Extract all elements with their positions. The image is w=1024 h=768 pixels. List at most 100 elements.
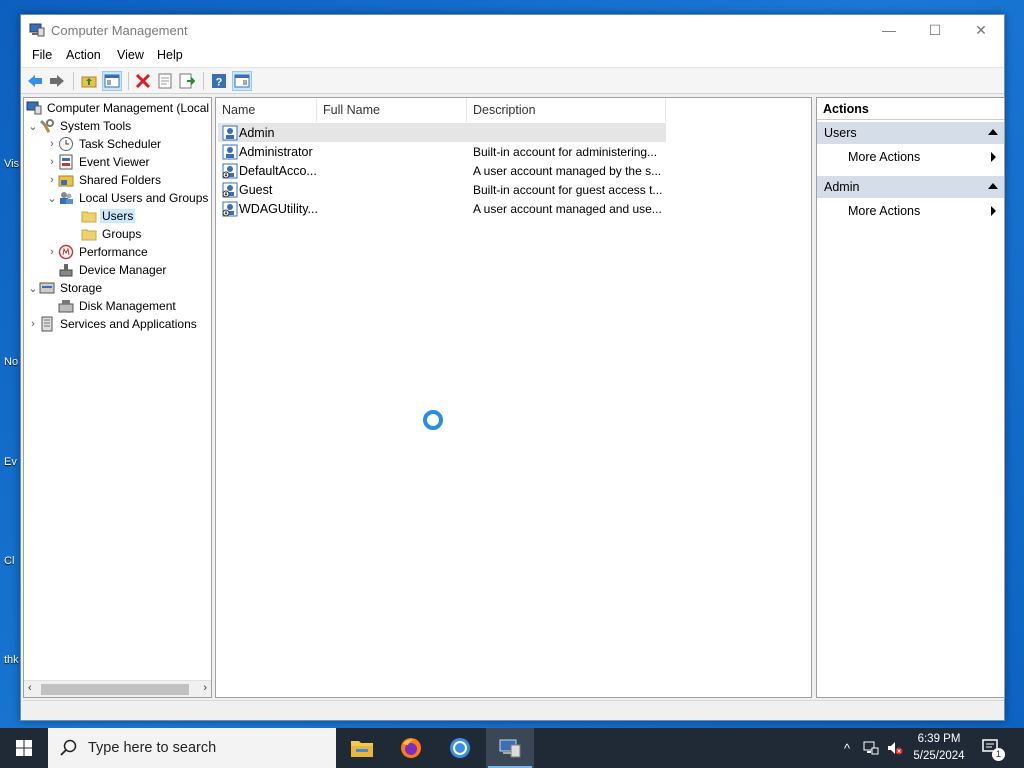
tree-node-system-tools[interactable]: ⌄ System Tools [27, 117, 133, 135]
computer-management-taskbar-button[interactable] [486, 728, 534, 768]
show-hidden-icons-button[interactable]: ^ [837, 728, 857, 768]
up-one-level-button[interactable] [79, 71, 99, 91]
chevron-right-icon[interactable]: › [46, 138, 58, 150]
show-hide-console-tree-button[interactable] [102, 71, 122, 91]
user-name: WDAGUtility... [239, 201, 318, 216]
users-list-view[interactable]: Name Full Name Description Admin Adminis… [215, 97, 812, 698]
chrome-taskbar-button[interactable] [436, 728, 484, 768]
search-icon [60, 739, 77, 756]
network-icon [863, 741, 879, 755]
chevron-down-icon[interactable]: ⌄ [46, 192, 58, 205]
scroll-right-icon[interactable]: › [203, 682, 207, 694]
volume-tray-button[interactable] [884, 728, 906, 768]
tree-node-groups[interactable]: Groups [81, 225, 143, 243]
menu-action[interactable]: Action [66, 48, 101, 62]
actions-section-admin[interactable]: Admin [817, 176, 1004, 198]
show-hide-action-pane-button[interactable] [232, 71, 252, 91]
file-explorer-taskbar-button[interactable] [338, 728, 386, 768]
properties-button[interactable] [155, 71, 175, 91]
column-header-name[interactable]: Name [216, 98, 317, 122]
horizontal-scrollbar[interactable]: ‹ › [24, 680, 211, 697]
delete-button[interactable] [133, 71, 153, 91]
clock-icon [59, 137, 73, 151]
table-row[interactable]: Administrator Built-in account for admin… [218, 142, 666, 161]
start-button[interactable] [0, 728, 48, 768]
chevron-down-icon[interactable]: ⌄ [27, 120, 39, 133]
taskbar-clock[interactable]: 6:39 PM 5/25/2024 [904, 731, 974, 765]
tree-label: Event Viewer [79, 155, 150, 169]
scroll-left-icon[interactable]: ‹ [28, 682, 32, 694]
desktop-icon-label[interactable]: Vis [4, 158, 19, 170]
tree-node-users[interactable]: Users [81, 207, 136, 225]
tree-node-task-scheduler[interactable]: › Task Scheduler [46, 135, 163, 153]
services-icon [41, 316, 53, 332]
tree-label: System Tools [60, 119, 132, 133]
table-row[interactable]: WDAGUtility... A user account managed an… [218, 199, 666, 218]
menu-view[interactable]: View [117, 48, 144, 62]
tree-node-computer-management[interactable]: Computer Management (Local [26, 99, 211, 117]
chevron-down-icon[interactable]: ⌄ [27, 282, 39, 295]
tree-node-storage[interactable]: ⌄ Storage [27, 279, 104, 297]
maximize-button[interactable]: ☐ [912, 15, 958, 45]
network-tray-button[interactable] [860, 728, 882, 768]
minimize-button[interactable]: — [866, 15, 912, 45]
tree-node-device-manager[interactable]: Device Manager [58, 261, 168, 279]
tree-label: Storage [60, 281, 103, 295]
more-actions-admin[interactable]: More Actions [817, 200, 1004, 222]
desktop-icon-label[interactable]: No [4, 356, 18, 368]
close-button[interactable]: ✕ [958, 15, 1004, 45]
tree-node-services-applications[interactable]: › Services and Applications [27, 315, 199, 333]
back-button[interactable] [25, 71, 45, 91]
tree-label: Users [100, 209, 136, 223]
desktop-icon-label[interactable]: thk [4, 654, 19, 666]
taskbar-search-box[interactable]: Type here to search [48, 728, 336, 768]
tree-node-disk-management[interactable]: Disk Management [58, 297, 178, 315]
event-log-icon [59, 154, 73, 170]
action-label: More Actions [848, 204, 921, 218]
tree-node-local-users-groups[interactable]: ⌄ Local Users and Groups [46, 189, 210, 207]
chevron-right-icon[interactable]: › [46, 174, 58, 186]
chevron-right-icon[interactable]: › [46, 156, 58, 168]
device-manager-icon [59, 264, 73, 277]
menu-file[interactable]: File [32, 48, 52, 62]
menu-help[interactable]: Help [157, 48, 183, 62]
user-icon [222, 144, 238, 159]
desktop-icon-label[interactable]: Cl [4, 555, 14, 567]
column-header-description[interactable]: Description [467, 98, 666, 122]
desktop-icon-label[interactable]: Ev [4, 456, 17, 468]
chevron-right-icon[interactable]: › [27, 318, 39, 330]
title-bar[interactable]: Computer Management — ☐ ✕ [21, 15, 1004, 45]
more-actions-users[interactable]: More Actions [817, 146, 1004, 168]
tree-node-event-viewer[interactable]: › Event Viewer [46, 153, 151, 171]
list-header: Name Full Name Description [216, 98, 666, 122]
file-explorer-icon [351, 741, 373, 757]
chevron-right-icon[interactable]: › [46, 246, 58, 258]
help-button[interactable]: ? [209, 71, 229, 91]
actions-section-users[interactable]: Users [817, 122, 1004, 144]
search-placeholder: Type here to search [88, 740, 217, 756]
table-row[interactable]: Guest Built-in account for guest access … [218, 180, 666, 199]
scrollbar-thumb[interactable] [41, 684, 189, 695]
windows-logo-icon [16, 740, 32, 756]
action-center-button[interactable]: 1 [978, 728, 1006, 768]
shared-folder-icon [58, 175, 74, 187]
user-description: Built-in account for administering... [473, 144, 658, 159]
table-row[interactable]: Admin [218, 123, 666, 142]
collapse-up-icon[interactable] [988, 129, 998, 135]
collapse-up-icon[interactable] [988, 183, 998, 189]
clock-time: 6:39 PM [917, 733, 961, 745]
export-list-button[interactable] [177, 71, 197, 91]
console-tree[interactable]: Computer Management (Local ⌄ System Tool… [23, 97, 212, 698]
firefox-taskbar-button[interactable] [387, 728, 435, 768]
tree-label: Disk Management [79, 299, 176, 313]
user-icon [222, 125, 238, 140]
properties-icon [158, 73, 172, 89]
taskbar: Type here to search ^ 6:39 PM 5/25/2024 … [0, 728, 1024, 768]
tree-node-performance[interactable]: › Performance [46, 243, 150, 261]
chevron-up-icon: ^ [843, 740, 851, 756]
forward-button[interactable] [47, 71, 67, 91]
column-header-full-name[interactable]: Full Name [317, 98, 467, 122]
computer-management-icon [29, 23, 45, 37]
tree-node-shared-folders[interactable]: › Shared Folders [46, 171, 163, 189]
table-row[interactable]: DefaultAcco... A user account managed by… [218, 161, 666, 180]
